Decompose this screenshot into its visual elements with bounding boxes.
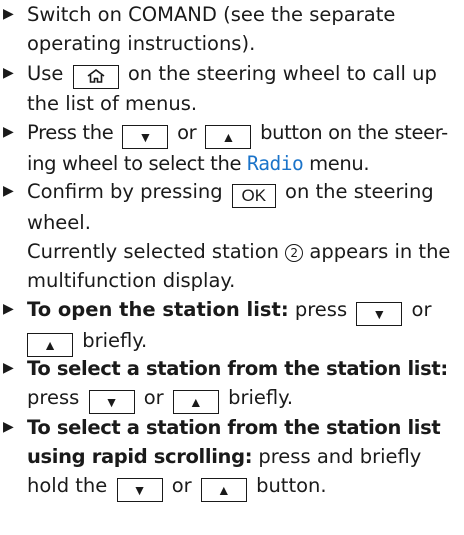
bullet-arrow-icon: ▶ — [3, 301, 14, 317]
instruction-step-open-list: ▶ To open the station list: press ▼ or ▲… — [0, 295, 464, 357]
up-key: ▲ — [205, 125, 252, 149]
home-key — [72, 65, 119, 89]
bullet-arrow-icon: ▶ — [3, 360, 14, 376]
up-key: ▲ — [200, 478, 247, 502]
step-text-post: briefly. — [82, 329, 148, 352]
callout-number: 2 — [285, 244, 304, 262]
down-key: ▼ — [122, 125, 169, 149]
instruction-step-select-station: ▶ To select a station from the station l… — [0, 354, 464, 414]
step-text-pre: Use — [27, 62, 64, 85]
bullet-arrow-icon: ▶ — [3, 124, 14, 140]
instruction-step-rapid-scroll: ▶ To select a station from the station l… — [0, 413, 464, 502]
bullet-arrow-icon: ▶ — [3, 65, 14, 81]
step-lead: To select a station from the station lis… — [27, 357, 448, 380]
instruction-step-confirm: ▶ Confirm by pressing OK on the steering… — [0, 177, 464, 295]
home-icon — [87, 69, 105, 84]
menu-name: Radio — [247, 152, 304, 175]
step-text-post: button on the steer- — [260, 121, 448, 144]
bullet-arrow-icon: ▶ — [3, 419, 14, 435]
down-key: ▼ — [356, 302, 403, 326]
step-text-post: button. — [256, 474, 327, 497]
step-text-or: or — [411, 298, 432, 321]
bullet-arrow-icon: ▶ — [3, 6, 14, 22]
result-text-pre: Currently selected station — [27, 240, 280, 263]
step-lead: To open the station list: — [27, 298, 289, 321]
up-key: ▲ — [172, 390, 219, 414]
down-key: ▼ — [116, 478, 163, 502]
step-text-post-2: ing wheel to select the — [27, 152, 242, 175]
step-text-pre: press — [294, 298, 348, 321]
ok-key: OK — [231, 184, 276, 208]
instruction-step-select-radio: ▶ Press the ▼ or ▲ button on the steer- … — [0, 118, 464, 178]
step-text-or: or — [177, 121, 197, 144]
step-text-pre: press — [27, 386, 80, 409]
step-text-pre: Confirm by pressing — [27, 180, 223, 203]
step-text: Switch on COMAND (see the separate opera… — [27, 3, 396, 55]
instruction-step-menu-list: ▶ Use on the steering wheel to call up t… — [0, 59, 464, 118]
step-text-or: or — [171, 474, 192, 497]
step-text-post: briefly. — [228, 386, 294, 409]
step-text-post-3: menu. — [309, 152, 370, 175]
instruction-step-switch-on: ▶ Switch on COMAND (see the separate ope… — [0, 0, 464, 58]
step-text-or: or — [143, 386, 164, 409]
bullet-arrow-icon: ▶ — [3, 183, 14, 199]
instruction-page: ▶ Switch on COMAND (see the separate ope… — [0, 0, 464, 535]
down-key: ▼ — [88, 390, 135, 414]
step-text-pre: Press the — [27, 121, 114, 144]
